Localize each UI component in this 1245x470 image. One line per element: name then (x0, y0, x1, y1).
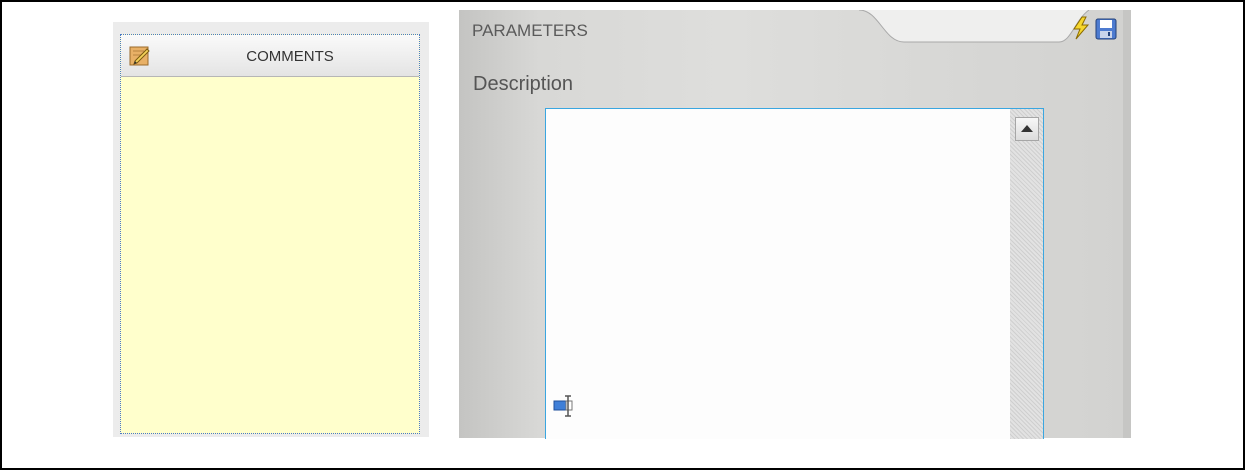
parameters-panel-edge (1123, 10, 1131, 438)
comments-panel[interactable]: COMMENTS (120, 34, 420, 434)
description-label: Description (473, 73, 574, 95)
lightning-icon[interactable] (1071, 16, 1091, 40)
comments-title: COMMENTS (246, 48, 334, 65)
notepad-pencil-icon (129, 45, 151, 67)
text-cursor-icon (553, 394, 577, 418)
save-icon[interactable] (1095, 18, 1117, 40)
parameters-title: PARAMETERS (472, 21, 588, 40)
scroll-up-button[interactable] (1015, 117, 1039, 141)
comments-header: COMMENTS (121, 35, 419, 77)
parameters-toolbar (1071, 16, 1117, 40)
description-textarea[interactable] (545, 108, 1044, 439)
vertical-scrollbar[interactable] (1010, 109, 1043, 439)
parameters-panel: PARAMETERS Description (459, 10, 1131, 439)
